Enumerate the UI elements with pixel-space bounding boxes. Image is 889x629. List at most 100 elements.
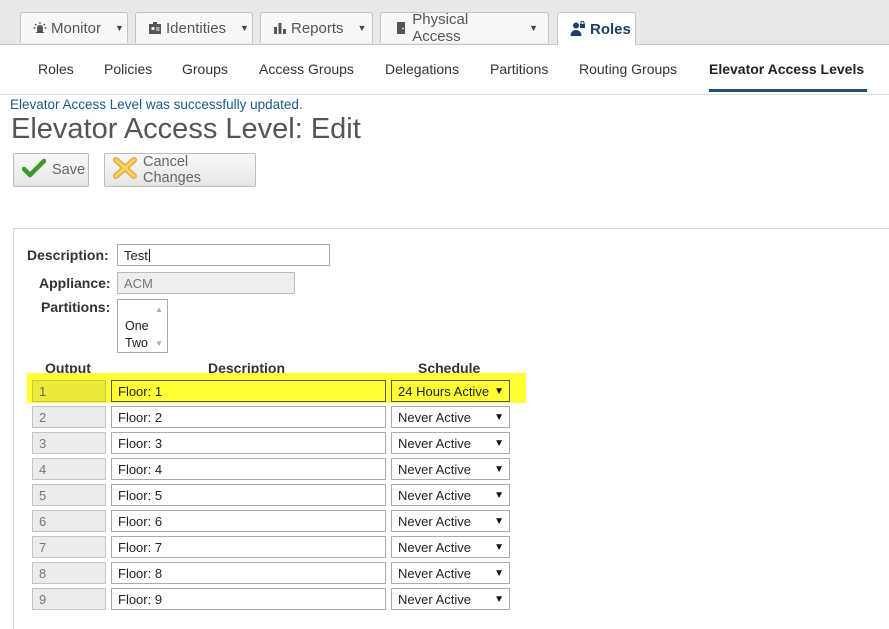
table-row: 5 Floor: 5 Never Active ▼ xyxy=(0,484,520,510)
scroll-up-icon[interactable]: ▲ xyxy=(155,305,163,314)
output-number: 1 xyxy=(32,380,106,402)
output-number: 8 xyxy=(32,562,106,584)
schedule-value: Never Active xyxy=(398,409,471,425)
dropdown-arrow-icon: ▼ xyxy=(494,567,504,579)
schedule-select[interactable]: Never Active ▼ xyxy=(391,432,510,454)
subnav-delegations[interactable]: Delegations xyxy=(385,61,459,77)
partitions-label: Partitions: xyxy=(41,299,111,315)
tab-reports[interactable]: Reports ▼ xyxy=(260,12,373,43)
output-description-input[interactable]: Floor: 3 xyxy=(111,432,386,454)
output-number: 9 xyxy=(32,588,106,610)
schedule-select[interactable]: Never Active ▼ xyxy=(391,510,510,532)
schedule-value: Never Active xyxy=(398,461,471,477)
schedule-select[interactable]: Never Active ▼ xyxy=(391,562,510,584)
schedule-value: 24 Hours Active xyxy=(398,383,490,399)
user-lock-icon xyxy=(570,21,586,37)
output-number: 4 xyxy=(32,458,106,480)
save-button[interactable]: Save xyxy=(13,153,89,187)
cancel-button-label: Cancel Changes xyxy=(143,154,202,186)
output-description-input[interactable]: Floor: 9 xyxy=(111,588,386,610)
table-row: 2 Floor: 2 Never Active ▼ xyxy=(0,406,520,432)
tab-physical-access[interactable]: Physical Access ▼ xyxy=(380,11,549,45)
description-input[interactable]: Test xyxy=(117,244,330,266)
output-description-input[interactable]: Floor: 6 xyxy=(111,510,386,532)
subnav-policies[interactable]: Policies xyxy=(104,61,152,77)
table-row: 6 Floor: 6 Never Active ▼ xyxy=(0,510,520,536)
cancel-changes-button[interactable]: Cancel Changes xyxy=(104,153,256,187)
alarm-light-icon xyxy=(33,20,47,36)
save-button-label: Save xyxy=(52,162,86,178)
subnav-roles[interactable]: Roles xyxy=(38,61,74,77)
description-label: Description: xyxy=(27,247,109,263)
partition-option-two[interactable]: Two xyxy=(125,336,148,350)
schedule-select[interactable]: Never Active ▼ xyxy=(391,406,510,428)
dropdown-arrow-icon: ▼ xyxy=(494,515,504,527)
chevron-down-icon: ▼ xyxy=(357,23,367,33)
chevron-down-icon: ▼ xyxy=(240,23,249,33)
dropdown-arrow-icon: ▼ xyxy=(494,593,504,605)
door-icon xyxy=(393,20,408,36)
output-number: 6 xyxy=(32,510,106,532)
table-row: 4 Floor: 4 Never Active ▼ xyxy=(0,458,520,484)
schedule-select[interactable]: Never Active ▼ xyxy=(391,458,510,480)
output-description-input[interactable]: Floor: 7 xyxy=(111,536,386,558)
bar-chart-icon xyxy=(273,20,287,36)
dropdown-arrow-icon: ▼ xyxy=(494,541,504,553)
tab-identities-label: Identities xyxy=(166,19,227,37)
output-description-input[interactable]: Floor: 2 xyxy=(111,406,386,428)
flash-message: Elevator Access Level was successfully u… xyxy=(10,97,303,112)
table-row: 9 Floor: 9 Never Active ▼ xyxy=(0,588,520,614)
table-row: 3 Floor: 3 Never Active ▼ xyxy=(0,432,520,458)
dropdown-arrow-icon: ▼ xyxy=(494,411,504,423)
subnav-partitions[interactable]: Partitions xyxy=(490,61,548,77)
id-card-icon xyxy=(148,20,162,36)
tab-roles-label: Roles xyxy=(590,20,631,38)
tab-monitor-label: Monitor xyxy=(51,19,102,37)
subnav-groups[interactable]: Groups xyxy=(182,61,228,77)
chevron-down-icon: ▼ xyxy=(115,23,124,33)
output-description-input[interactable]: Floor: 5 xyxy=(111,484,386,506)
dropdown-arrow-icon: ▼ xyxy=(494,385,504,397)
output-number: 3 xyxy=(32,432,106,454)
schedule-value: Never Active xyxy=(398,565,471,581)
tab-physical-access-label: Physical Access xyxy=(412,11,469,45)
tab-roles[interactable]: Roles xyxy=(557,12,636,45)
dropdown-arrow-icon: ▼ xyxy=(494,463,504,475)
output-description-input[interactable]: Floor: 8 xyxy=(111,562,386,584)
dropdown-arrow-icon: ▼ xyxy=(494,489,504,501)
output-description-input[interactable]: Floor: 4 xyxy=(111,458,386,480)
partition-option-one[interactable]: One xyxy=(125,319,149,333)
output-number: 2 xyxy=(32,406,106,428)
schedule-value: Never Active xyxy=(398,487,471,503)
schedule-select[interactable]: Never Active ▼ xyxy=(391,484,510,506)
schedule-value: Never Active xyxy=(398,539,471,555)
top-tab-bar: Monitor ▼ Identities ▼ Reports ▼ Physica… xyxy=(0,0,889,45)
text-caret xyxy=(148,249,150,262)
appliance-field: ACM xyxy=(117,272,295,294)
schedule-value: Never Active xyxy=(398,435,471,451)
tab-identities[interactable]: Identities ▼ xyxy=(135,12,253,43)
output-description-input[interactable]: Floor: 1 xyxy=(111,380,386,402)
table-row: 1 Floor: 1 24 Hours Active ▼ xyxy=(0,380,520,406)
scroll-down-icon[interactable]: ▼ xyxy=(155,339,163,348)
subnav-elevator-access-levels[interactable]: Elevator Access Levels xyxy=(709,61,868,92)
schedule-value: Never Active xyxy=(398,513,471,529)
page-title: Elevator Access Level: Edit xyxy=(11,113,361,145)
output-number: 5 xyxy=(32,484,106,506)
table-row: 7 Floor: 7 Never Active ▼ xyxy=(0,536,520,562)
schedule-select[interactable]: Never Active ▼ xyxy=(391,536,510,558)
dropdown-arrow-icon: ▼ xyxy=(494,437,504,449)
tab-reports-label: Reports xyxy=(291,19,344,37)
sub-nav: Roles Policies Groups Access Groups Dele… xyxy=(0,45,889,95)
checkmark-icon xyxy=(21,158,47,182)
cancel-x-icon xyxy=(113,157,137,183)
output-number: 7 xyxy=(32,536,106,558)
subnav-access-groups[interactable]: Access Groups xyxy=(259,61,354,77)
tab-monitor[interactable]: Monitor ▼ xyxy=(20,12,128,43)
schedule-select[interactable]: Never Active ▼ xyxy=(391,588,510,610)
table-row: 8 Floor: 8 Never Active ▼ xyxy=(0,562,520,588)
schedule-select[interactable]: 24 Hours Active ▼ xyxy=(391,380,510,402)
partitions-listbox[interactable]: ▲ One Two ▼ xyxy=(117,299,168,353)
chevron-down-icon: ▼ xyxy=(529,23,538,33)
subnav-routing-groups[interactable]: Routing Groups xyxy=(579,61,677,77)
